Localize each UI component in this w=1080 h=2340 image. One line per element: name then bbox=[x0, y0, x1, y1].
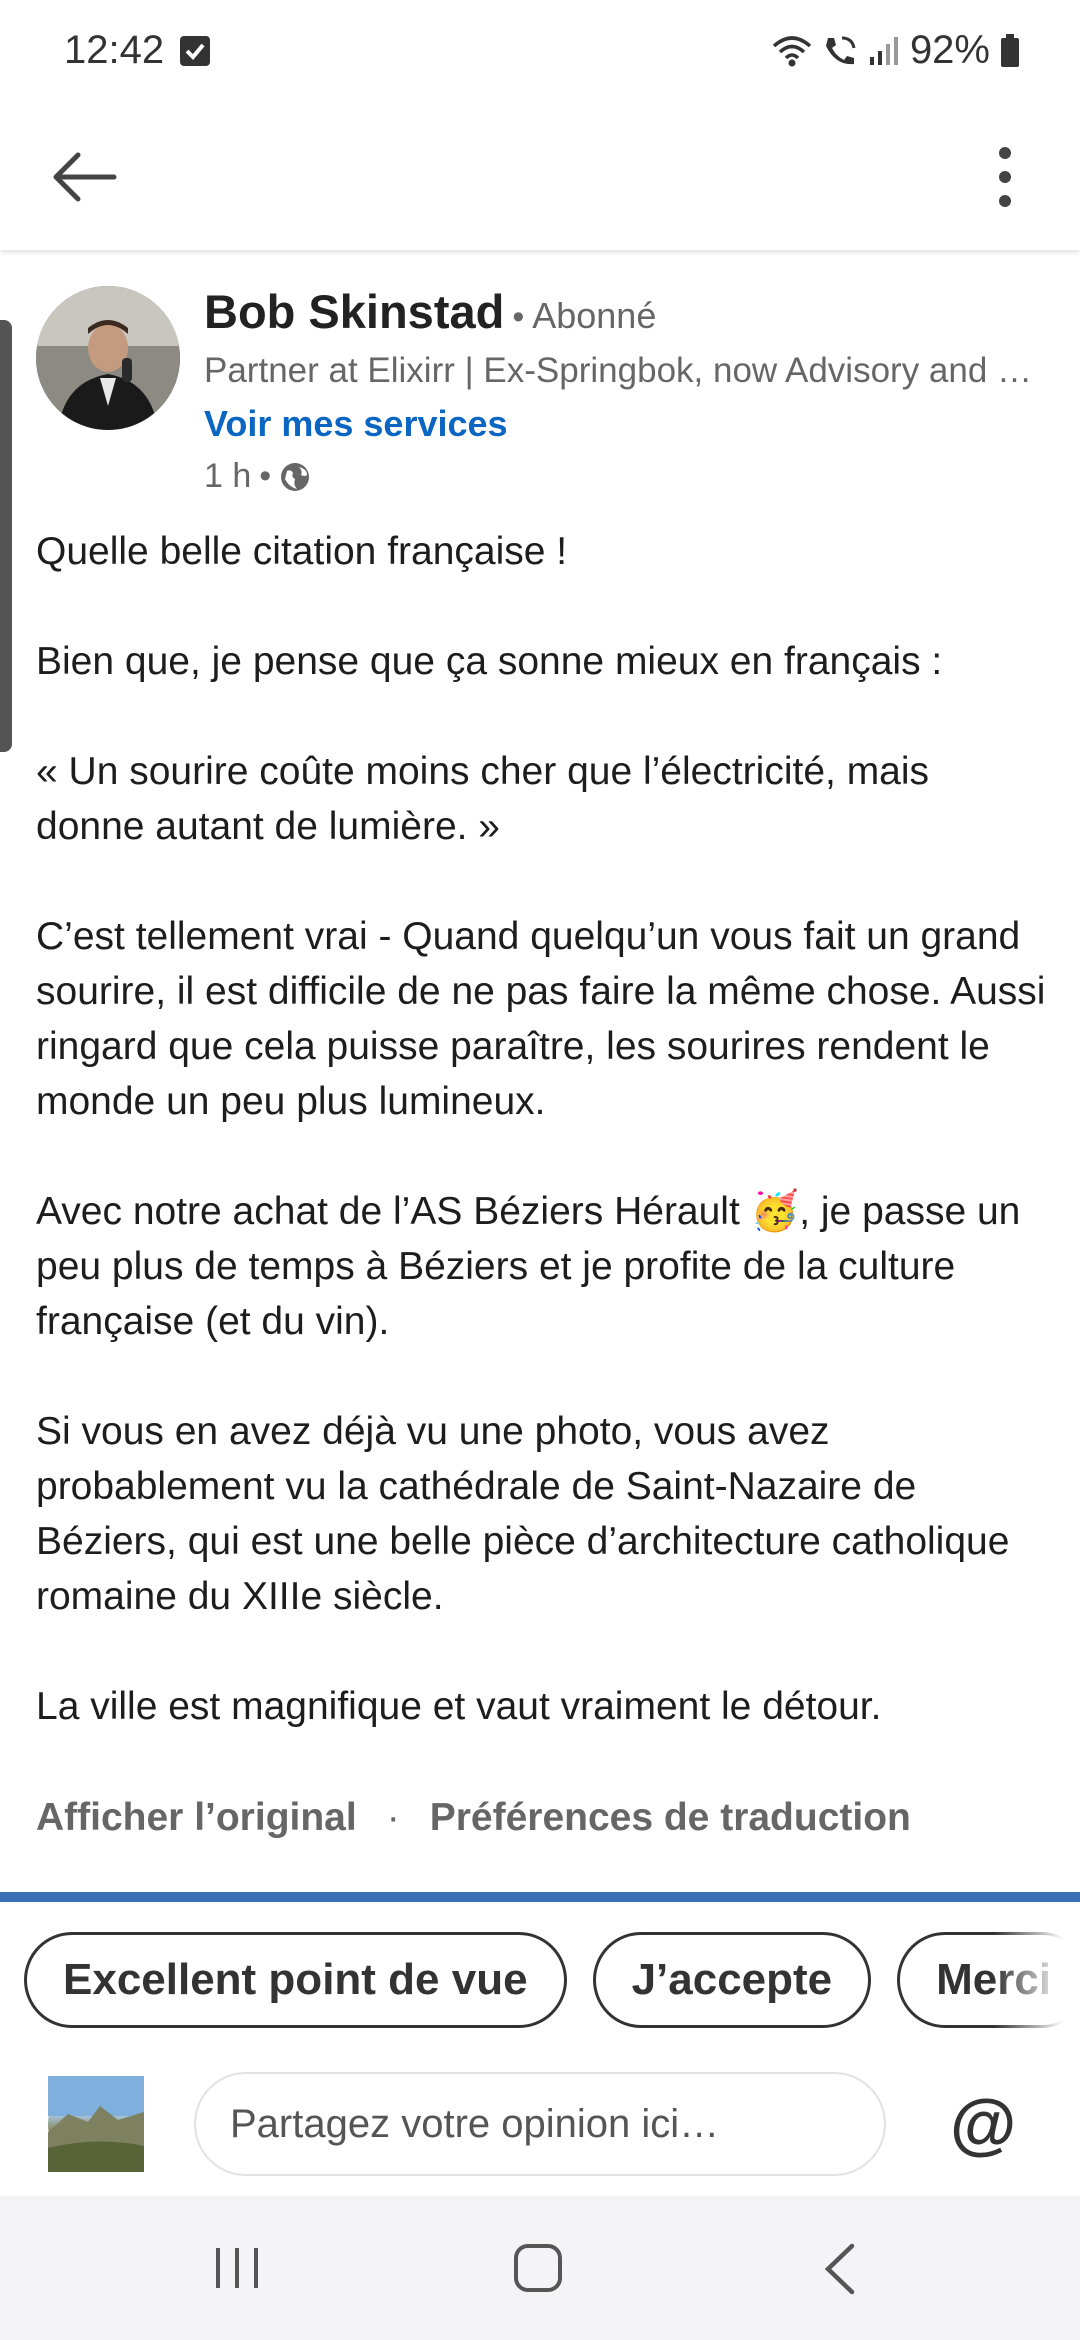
battery-icon bbox=[1000, 33, 1020, 68]
recents-icon[interactable] bbox=[212, 2244, 262, 2297]
arrow-left-icon bbox=[53, 152, 117, 202]
author-avatar[interactable] bbox=[36, 286, 180, 430]
meta-separator: • bbox=[259, 457, 272, 495]
wifi-icon bbox=[772, 34, 812, 68]
post-time: 1 h bbox=[204, 457, 252, 495]
home-icon[interactable] bbox=[512, 2242, 564, 2299]
status-icons: 92% bbox=[772, 28, 1020, 73]
author-headline: Partner at Elixirr | Ex-Springbok, now A… bbox=[204, 351, 1033, 390]
suggestion-chip[interactable]: Excellent point de vue bbox=[24, 1932, 567, 2028]
status-time: 12:42 bbox=[64, 28, 165, 72]
translation-row: Afficher l’original · Préférences de tra… bbox=[36, 1796, 911, 1840]
more-vertical-icon bbox=[999, 147, 1011, 207]
app-bar bbox=[0, 104, 1080, 250]
follow-status: Abonné bbox=[532, 295, 657, 336]
mention-button[interactable]: @ bbox=[950, 2088, 1016, 2160]
services-link[interactable]: Voir mes services bbox=[204, 403, 1044, 445]
post-paragraph: Quelle belle citation française ! bbox=[36, 530, 568, 573]
status-bar: 12:42 92% bbox=[0, 0, 1080, 104]
post-paragraph: C’est tellement vrai - Quand quelqu’un v… bbox=[36, 915, 1046, 1123]
focus-divider bbox=[0, 1892, 1080, 1902]
post-paragraph: Avec notre achat de l’AS Béziers Hérault… bbox=[36, 1190, 1021, 1343]
system-nav-bar bbox=[0, 2196, 1080, 2340]
post-paragraph: La ville est magnifique et vaut vraiment… bbox=[36, 1685, 882, 1728]
checkbox-notification-icon bbox=[180, 36, 210, 66]
post-meta: 1 h • bbox=[204, 457, 1044, 496]
author-row: Bob Skinstad • Abonné bbox=[204, 284, 1044, 339]
more-options-button[interactable] bbox=[970, 132, 1040, 222]
user-avatar bbox=[48, 2076, 144, 2172]
author-name[interactable]: Bob Skinstad bbox=[204, 284, 504, 339]
battery-level: 92% bbox=[909, 28, 990, 72]
post-body: Quelle belle citation française ! Bien q… bbox=[36, 524, 1046, 1734]
translation-preferences-link[interactable]: Préférences de traduction bbox=[430, 1796, 911, 1840]
back-button[interactable] bbox=[40, 132, 130, 222]
back-icon[interactable] bbox=[820, 2242, 860, 2301]
comment-input[interactable]: Partagez votre opinion ici… bbox=[194, 2072, 886, 2176]
scroll-handle[interactable] bbox=[0, 320, 12, 752]
globe-icon bbox=[281, 462, 310, 491]
post-paragraph: « Un sourire coûte moins cher que l’élec… bbox=[36, 750, 930, 848]
post-paragraph: Si vous en avez déjà vu une photo, vous … bbox=[36, 1410, 1010, 1618]
show-original-link[interactable]: Afficher l’original bbox=[36, 1796, 357, 1840]
chips-fade bbox=[994, 1932, 1064, 2028]
wifi-calling-icon bbox=[822, 34, 858, 68]
translation-separator: · bbox=[386, 1796, 400, 1839]
suggestion-chip[interactable]: J’accepte bbox=[592, 1932, 872, 2028]
author-block: Bob Skinstad • Abonné Partner at Elixirr… bbox=[204, 284, 1044, 496]
signal-icon bbox=[868, 35, 900, 67]
suggestion-chips: Excellent point de vue J’accepte Merci bbox=[24, 1932, 1064, 2028]
author-separator: • bbox=[512, 298, 525, 336]
post-paragraph: Bien que, je pense que ça sonne mieux en… bbox=[36, 640, 943, 683]
